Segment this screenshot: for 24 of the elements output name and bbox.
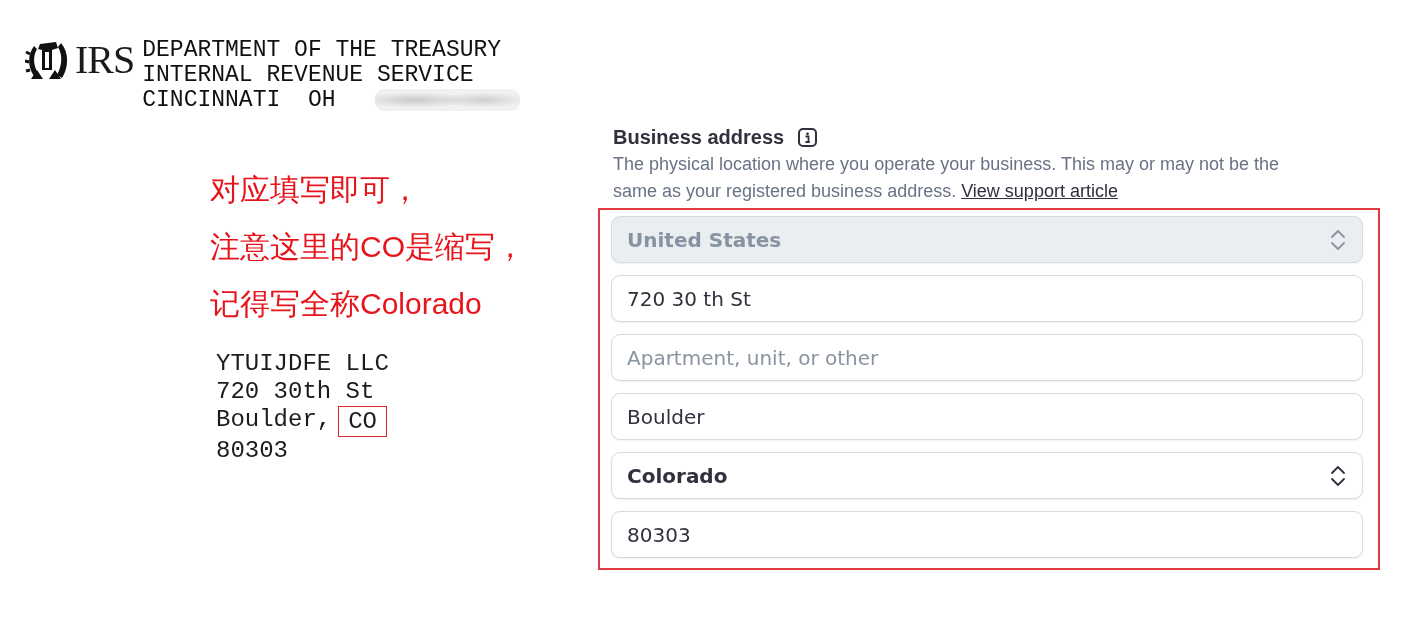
outlined-state-code: CO <box>338 406 388 437</box>
info-icon <box>798 127 818 147</box>
annotation-note-line: 对应填写即可， <box>210 172 421 208</box>
city-field[interactable]: Boulder <box>611 393 1363 440</box>
letterhead-line: INTERNAL REVENUE SERVICE <box>142 62 474 88</box>
agency-logo-text: IRS <box>75 40 135 80</box>
address-line: Boulder, <box>216 406 332 435</box>
chevron-up-down-icon <box>1330 228 1346 251</box>
street-address-field[interactable]: 720 30 th St <box>611 275 1363 322</box>
support-link[interactable]: View support article <box>961 181 1118 201</box>
address-line: 80303 <box>216 437 288 465</box>
section-title: Business address <box>613 125 785 150</box>
chevron-up-down-icon <box>1330 464 1346 487</box>
address-line: 720 30th St <box>216 378 375 406</box>
address-line: YTUIJDFE LLC <box>216 350 389 378</box>
zip-code-field[interactable]: 80303 <box>611 511 1363 558</box>
letterhead-line: DEPARTMENT OF THE TREASURY <box>142 37 502 63</box>
apartment-field[interactable]: Apartment, unit, or other <box>611 334 1363 381</box>
annotation-note-line: 记得写全称Colorado <box>210 286 483 322</box>
description-text: The physical location where you operate your business. This may or may not be the same as your registered business address. View support article <box>613 153 1281 203</box>
emblem-icon <box>25 40 69 80</box>
annotation-note-line: 注意这里的CO是缩写， <box>210 229 526 265</box>
state-select[interactable]: Colorado <box>611 452 1363 499</box>
letterhead-line: CINCINNATI OH <box>142 87 336 113</box>
